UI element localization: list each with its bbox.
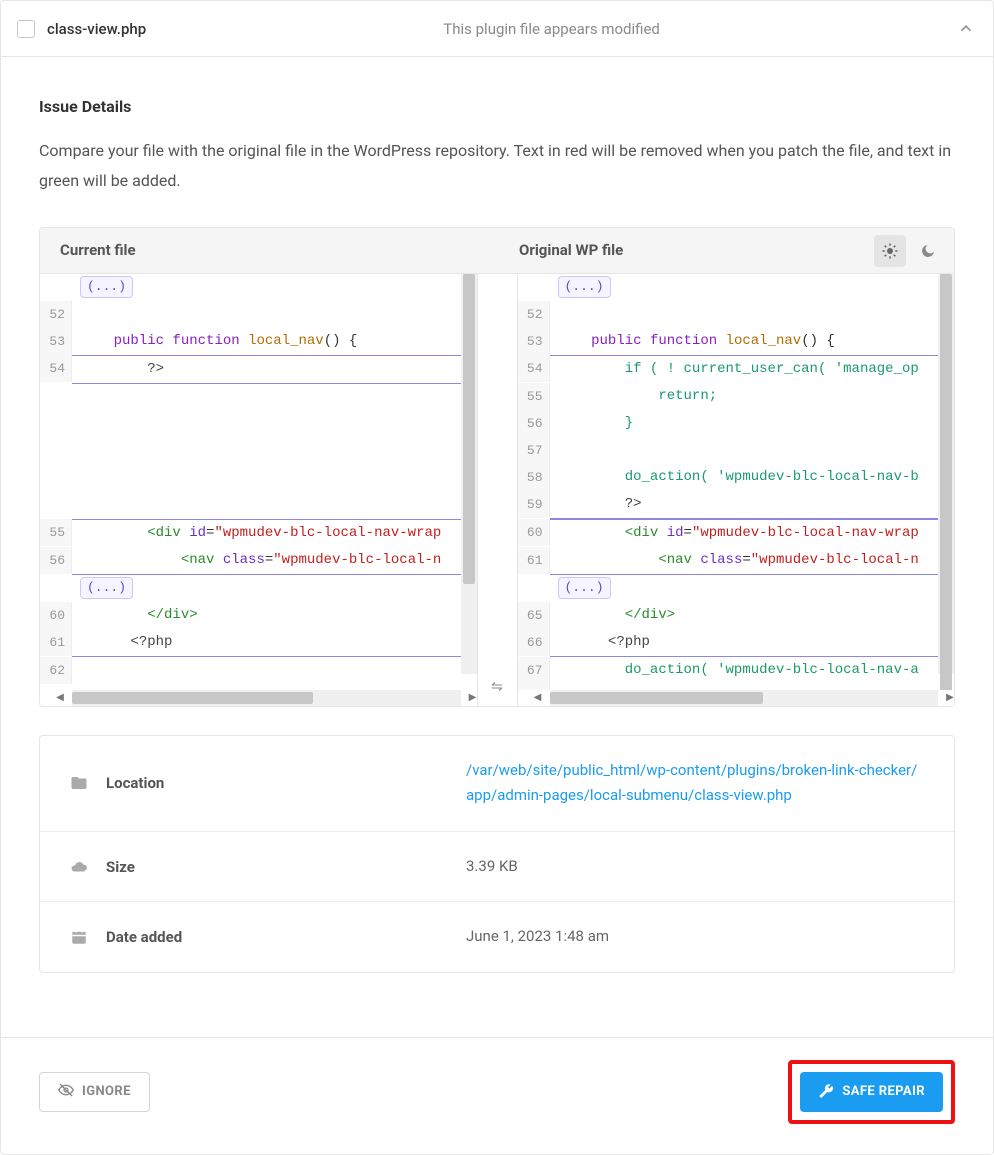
right-code: (...) 52 53 public function local_nav() …: [518, 274, 939, 690]
dark-theme-button[interactable]: [912, 235, 944, 267]
issue-description: Compare your file with the original file…: [39, 136, 955, 197]
file-issue-panel: class-view.php This plugin file appears …: [0, 0, 994, 1155]
size-value: 3.39 KB: [466, 854, 924, 880]
fold-badge[interactable]: (...): [558, 276, 611, 298]
detail-row-size: Size 3.39 KB: [40, 832, 954, 903]
diff-viewer: Current file Original WP file: [39, 227, 955, 707]
folder-icon: [70, 774, 90, 792]
left-horizontal-scrollbar[interactable]: ◀ ▶: [72, 690, 461, 706]
size-label: Size: [106, 858, 466, 876]
diff-left-pane: (...) 52 53 public function local_nav() …: [40, 274, 478, 706]
file-checkbox[interactable]: [17, 20, 35, 38]
diff-panes: (...) 52 53 public function local_nav() …: [40, 274, 954, 706]
diff-header: Current file Original WP file: [40, 228, 954, 274]
date-value: June 1, 2023 1:48 am: [466, 924, 924, 950]
cloud-icon: [70, 858, 90, 876]
scroll-right-icon[interactable]: ▶: [465, 690, 481, 706]
right-vertical-scrollbar[interactable]: [938, 274, 954, 674]
ignore-label: IGNORE: [82, 1084, 131, 1099]
header-subtitle: This plugin file appears modified: [146, 20, 957, 38]
issue-details-title: Issue Details: [39, 97, 955, 116]
chevron-up-icon[interactable]: [957, 19, 977, 39]
fold-badge[interactable]: (...): [80, 577, 133, 599]
diff-right-pane: (...) 52 53 public function local_nav() …: [518, 274, 955, 706]
safe-repair-label: SAFE REPAIR: [842, 1084, 925, 1099]
location-link[interactable]: /var/web/site/public_html/wp-content/plu…: [466, 761, 917, 805]
fold-badge[interactable]: (...): [80, 276, 133, 298]
diff-sync-icon[interactable]: ⇋: [478, 274, 518, 706]
scroll-left-icon[interactable]: ◀: [530, 690, 546, 706]
date-label: Date added: [106, 928, 466, 946]
calendar-icon: [70, 928, 90, 946]
wrench-icon: [818, 1082, 834, 1102]
detail-row-location: Location /var/web/site/public_html/wp-co…: [40, 736, 954, 832]
safe-repair-button[interactable]: SAFE REPAIR: [800, 1072, 943, 1112]
scroll-left-icon[interactable]: ◀: [52, 690, 68, 706]
scroll-right-icon[interactable]: ▶: [942, 690, 955, 706]
fold-badge[interactable]: (...): [558, 577, 611, 599]
right-horizontal-scrollbar[interactable]: ◀ ▶: [550, 690, 939, 706]
light-theme-button[interactable]: [874, 235, 906, 267]
panel-header[interactable]: class-view.php This plugin file appears …: [1, 1, 993, 57]
diff-left-title: Current file: [40, 241, 497, 259]
panel-footer: IGNORE SAFE REPAIR: [1, 1037, 993, 1154]
filename: class-view.php: [47, 20, 146, 38]
left-code: (...) 52 53 public function local_nav() …: [40, 274, 461, 690]
detail-row-date: Date added June 1, 2023 1:48 am: [40, 902, 954, 972]
ignore-button[interactable]: IGNORE: [39, 1072, 150, 1112]
left-vertical-scrollbar[interactable]: [461, 274, 477, 674]
safe-repair-highlight: SAFE REPAIR: [788, 1060, 955, 1124]
eye-off-icon: [58, 1082, 74, 1102]
location-label: Location: [106, 774, 466, 792]
details-box: Location /var/web/site/public_html/wp-co…: [39, 735, 955, 973]
